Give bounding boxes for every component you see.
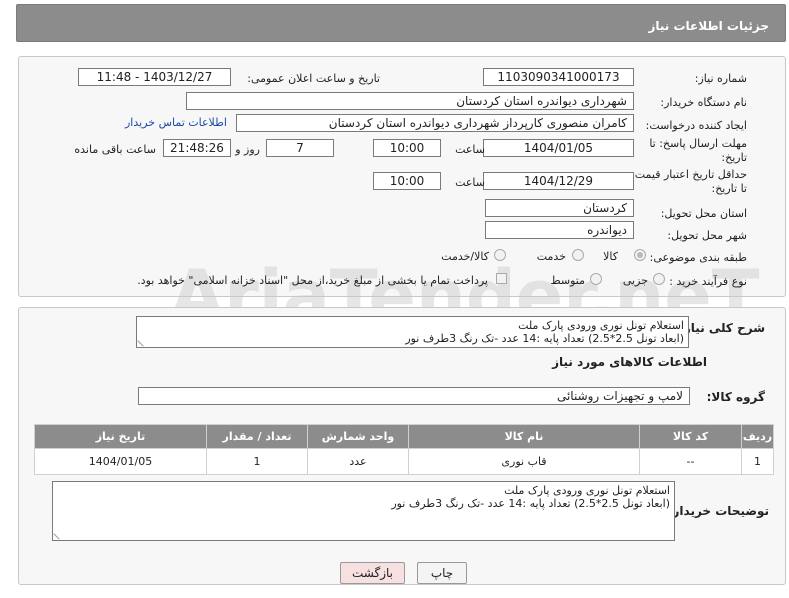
category-goods-radio[interactable] xyxy=(634,249,646,261)
treasury-payment-checkbox[interactable] xyxy=(496,273,507,284)
goods-section-title: اطلاعات کالاهای مورد نیاز xyxy=(552,355,707,369)
need-number-field[interactable]: 1103090341000173 xyxy=(483,68,634,86)
announce-field[interactable]: 1403/12/27 - 11:48 xyxy=(78,68,231,86)
buyer-org-label: نام دستگاه خریدار: xyxy=(660,96,747,109)
col-code: کد کالا xyxy=(639,424,742,449)
category-both-radio[interactable] xyxy=(494,249,506,261)
buyer-notes-textarea[interactable]: استعلام تونل نوری ورودی پارک ملت (ابعاد … xyxy=(52,481,675,541)
description-label: شرح کلی نیاز: xyxy=(679,321,765,335)
reply-time-field[interactable]: 10:00 xyxy=(373,139,441,157)
days-field[interactable]: 7 xyxy=(266,139,334,157)
cell-name: قاب نوری xyxy=(408,448,640,475)
validity-time-label: ساعت xyxy=(455,176,485,189)
validity-date-field[interactable]: 1404/12/29 xyxy=(483,172,634,190)
process-minor-label: جزیی xyxy=(622,274,648,287)
category-label: طبقه بندی موضوعی: xyxy=(649,251,747,264)
cell-date: 1404/01/05 xyxy=(34,448,207,475)
city-field[interactable]: دیواندره xyxy=(485,221,634,239)
col-name: نام کالا xyxy=(408,424,640,449)
back-button[interactable]: بازگشت xyxy=(340,562,405,584)
days-label: روز و xyxy=(235,143,260,156)
cell-qty: 1 xyxy=(206,448,308,475)
province-label: استان محل تحویل: xyxy=(660,207,747,220)
category-goods-label: کالا xyxy=(603,250,618,263)
table-row[interactable]: 1 -- قاب نوری عدد 1 1404/01/05 xyxy=(34,448,774,475)
category-both-label: کالا/خدمت xyxy=(441,250,489,263)
cell-unit: عدد xyxy=(307,448,409,475)
remaining-label: ساعت باقی مانده xyxy=(74,143,156,156)
col-row: ردیف xyxy=(741,424,774,449)
cell-code: -- xyxy=(639,448,742,475)
description-line-2: (ابعاد تونل 2.5*2.5) تعداد پایه :14 عدد … xyxy=(405,332,684,345)
buyer-notes-line-2: (ابعاد تونل 2.5*2.5) تعداد پایه :14 عدد … xyxy=(391,497,670,510)
reply-date-field[interactable]: 1404/01/05 xyxy=(483,139,634,157)
process-medium-radio[interactable] xyxy=(590,273,602,285)
city-label: شهر محل تحویل: xyxy=(667,229,747,242)
goods-group-label: گروه کالا: xyxy=(706,390,765,404)
cell-row: 1 xyxy=(741,448,774,475)
col-unit: واحد شمارش xyxy=(307,424,409,449)
need-number-label: شماره نیاز: xyxy=(694,72,747,85)
remaining-time-field: 21:48:26 xyxy=(163,139,231,157)
province-field[interactable]: کردستان xyxy=(485,199,634,217)
process-label: نوع فرآیند خرید : xyxy=(669,275,747,288)
treasury-payment-note: پرداخت تمام یا بخشی از مبلغ خرید،از محل … xyxy=(137,274,488,287)
goods-table: ردیف کد کالا نام کالا واحد شمارش تعداد /… xyxy=(34,424,774,475)
col-qty: تعداد / مقدار xyxy=(206,424,308,449)
description-textarea[interactable]: استعلام تونل نوری ورودی پارک ملت (ابعاد … xyxy=(136,316,689,348)
goods-table-header: ردیف کد کالا نام کالا واحد شمارش تعداد /… xyxy=(34,424,774,449)
buyer-org-field[interactable]: شهرداری دیواندره استان کردستان xyxy=(186,92,634,110)
reply-time-label: ساعت xyxy=(455,143,485,156)
description-line-1: استعلام تونل نوری ورودی پارک ملت xyxy=(518,319,684,332)
creator-field[interactable]: کامران منصوری کارپرداز شهرداری دیواندره … xyxy=(236,114,634,132)
print-button[interactable]: چاپ xyxy=(417,562,467,584)
process-medium-label: متوسط xyxy=(550,274,585,287)
col-date: تاریخ نیاز xyxy=(34,424,207,449)
category-service-radio[interactable] xyxy=(572,249,584,261)
buyer-contact-link[interactable]: اطلاعات تماس خریدار xyxy=(125,116,227,129)
goods-group-field[interactable]: لامپ و تجهیزات روشنائی xyxy=(138,387,690,405)
announce-label: تاریخ و ساعت اعلان عمومی: xyxy=(247,72,380,85)
validity-label: حداقل تاریخ اعتبار قیمت: تا تاریخ: xyxy=(631,168,747,195)
validity-time-field[interactable]: 10:00 xyxy=(373,172,441,190)
page-title: جزئیات اطلاعات نیاز xyxy=(648,19,769,33)
creator-label: ایجاد کننده درخواست: xyxy=(645,119,747,132)
buyer-notes-line-1: استعلام تونل نوری ورودی پارک ملت xyxy=(504,484,670,497)
buyer-notes-label: توضیحات خریدار: xyxy=(667,504,769,518)
process-minor-radio[interactable] xyxy=(653,273,665,285)
category-service-label: خدمت xyxy=(536,250,566,263)
reply-deadline-label: مهلت ارسال پاسخ: تا تاریخ: xyxy=(649,137,747,164)
page-header: جزئیات اطلاعات نیاز xyxy=(16,4,786,42)
